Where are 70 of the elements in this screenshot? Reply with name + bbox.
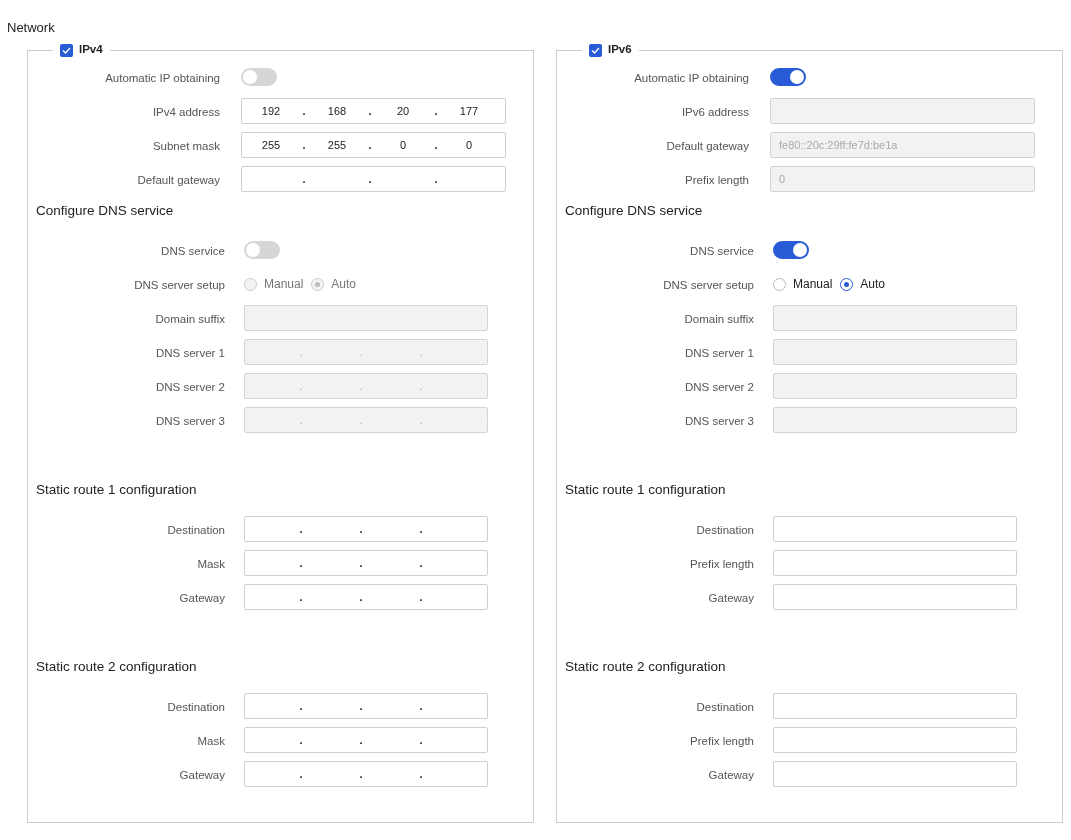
field-label: IPv4 address — [152, 106, 220, 118]
section-heading: Static route 1 configuration — [565, 480, 726, 499]
radio-label: Manual — [793, 276, 833, 293]
field-label: DNS server 2 — [684, 381, 754, 393]
input-field[interactable]: 192 . 168 . 20 . 177 — [241, 98, 506, 124]
field-label: Mask — [197, 558, 225, 570]
page-title: Network — [7, 20, 55, 35]
radio-button[interactable] — [840, 277, 854, 291]
section-heading: Configure DNS service — [565, 201, 703, 220]
toggle-switch[interactable] — [244, 241, 280, 259]
input-field[interactable] — [773, 693, 1017, 719]
field-label: DNS server 3 — [684, 415, 754, 427]
input-field[interactable] — [773, 516, 1017, 542]
input-field[interactable]: . . . — [244, 761, 488, 787]
input-field[interactable] — [773, 584, 1017, 610]
input-field[interactable] — [773, 761, 1017, 787]
field-label: Default gateway — [666, 140, 749, 152]
field-label: Subnet mask — [152, 140, 220, 152]
toggle-switch[interactable] — [770, 68, 806, 86]
field-label: DNS server setup — [663, 279, 754, 291]
toggle-switch[interactable] — [773, 241, 809, 259]
section-heading: Static route 2 configuration — [36, 657, 197, 676]
field-label: Gateway — [179, 769, 225, 781]
field-label: DNS service — [161, 245, 225, 257]
checkbox[interactable] — [60, 43, 73, 57]
field-label: Automatic IP obtaining — [634, 72, 749, 84]
field-label: Destination — [696, 524, 754, 536]
field-label: DNS server 1 — [155, 347, 225, 359]
checkbox-label: IPv6 — [608, 42, 632, 58]
checkbox-label: IPv4 — [79, 42, 103, 58]
checkmark-icon — [62, 46, 71, 54]
field-label: DNS server 1 — [684, 347, 754, 359]
input-field[interactable]: 255 . 255 . 0 . 0 — [241, 132, 506, 158]
section-heading: Static route 2 configuration — [565, 657, 726, 676]
radio-label: Auto — [331, 276, 357, 293]
input-field[interactable]: . . . — [244, 550, 488, 576]
field-label: Domain suffix — [155, 313, 225, 325]
field-label: Gateway — [179, 592, 225, 604]
radio-label: Auto — [860, 276, 886, 293]
radio-button[interactable] — [773, 277, 786, 291]
field-label: Automatic IP obtaining — [105, 72, 220, 84]
input-field[interactable]: . . . — [244, 693, 488, 719]
field-label: Mask — [197, 735, 225, 747]
section-heading: Configure DNS service — [36, 201, 174, 220]
field-label: Destination — [167, 701, 225, 713]
field-label: DNS service — [690, 245, 754, 257]
field-label: Destination — [167, 524, 225, 536]
field-label: Domain suffix — [684, 313, 754, 325]
field-label: Gateway — [708, 769, 754, 781]
input-field[interactable] — [773, 727, 1017, 753]
field-label: IPv6 address — [681, 106, 749, 118]
toggle-switch[interactable] — [241, 68, 277, 86]
input-field[interactable]: . . . — [244, 516, 488, 542]
field-label: Gateway — [708, 592, 754, 604]
section-heading: Static route 1 configuration — [36, 480, 197, 499]
field-label: Prefix length — [685, 174, 749, 186]
input-field[interactable]: . . . — [241, 166, 506, 192]
input-field[interactable] — [773, 550, 1017, 576]
field-label: DNS server 2 — [155, 381, 225, 393]
field-label: Prefix length — [690, 558, 754, 570]
radio-label: Manual — [264, 276, 304, 293]
field-label: DNS server 3 — [155, 415, 225, 427]
field-label: Prefix length — [690, 735, 754, 747]
checkmark-icon — [591, 46, 600, 54]
field-label: DNS server setup — [134, 279, 225, 291]
field-label: Default gateway — [137, 174, 220, 186]
field-label: Destination — [696, 701, 754, 713]
input-field[interactable]: . . . — [244, 727, 488, 753]
input-field[interactable]: . . . — [244, 584, 488, 610]
checkbox[interactable] — [589, 43, 602, 57]
